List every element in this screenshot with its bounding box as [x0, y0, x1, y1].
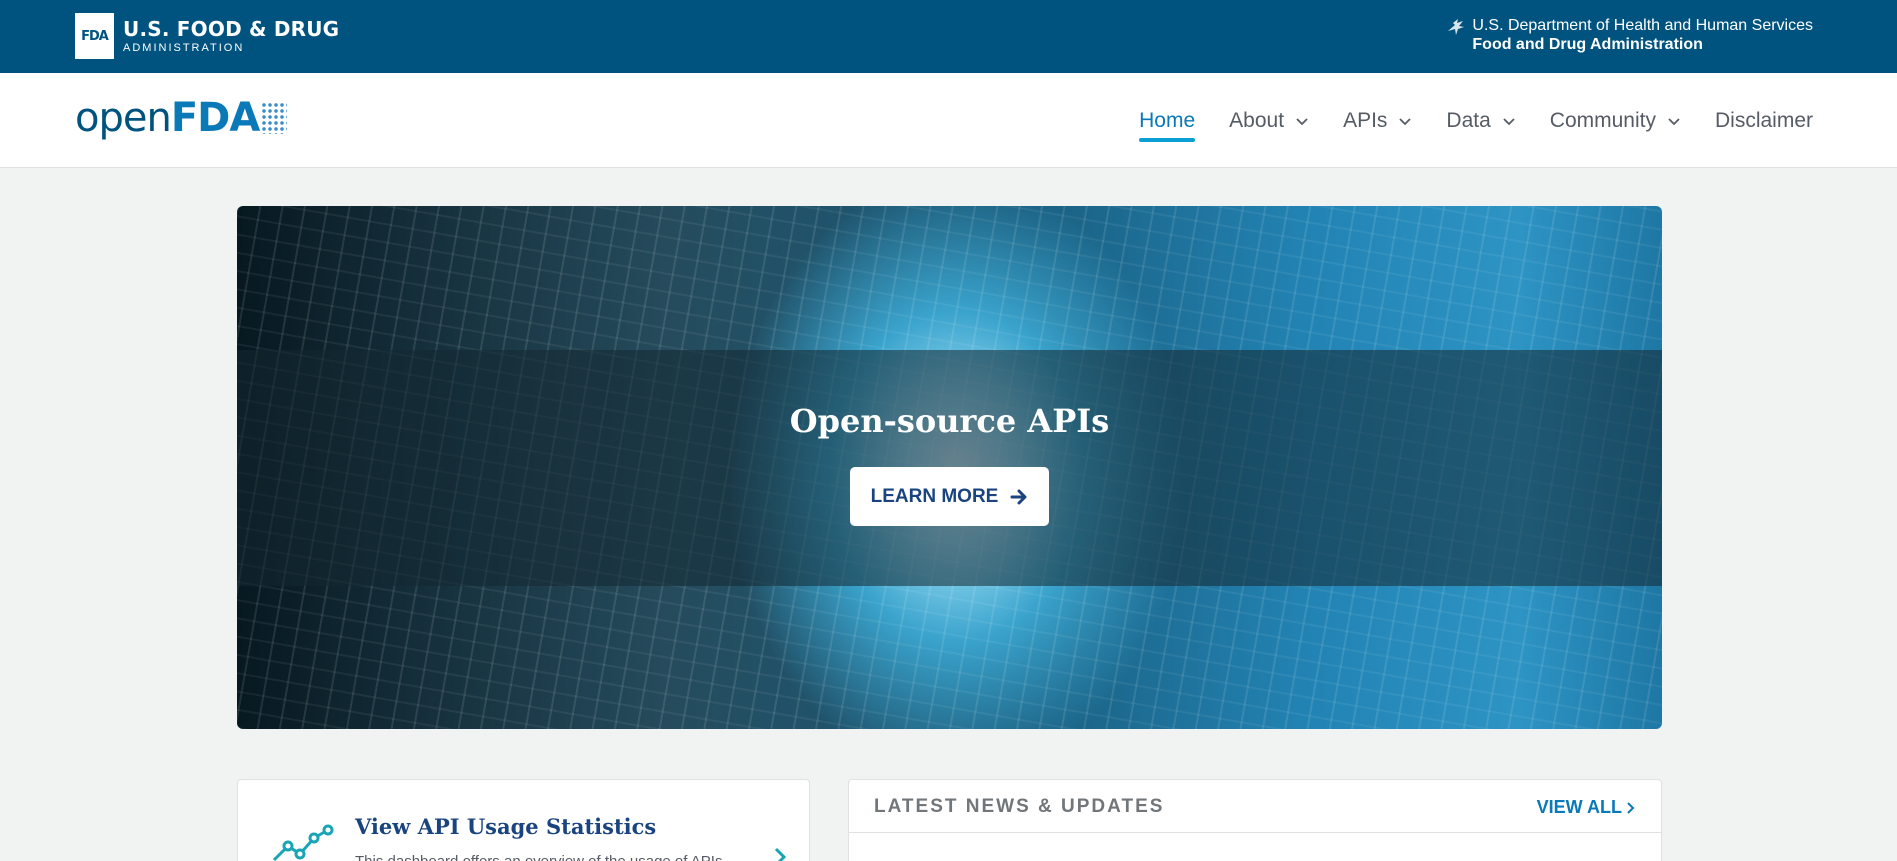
hero-title: Open-source APIs — [789, 402, 1110, 440]
primary-nav: Home About APIs Data Community Disclaime… — [1105, 73, 1813, 168]
nav-label-apis: APIs — [1343, 108, 1388, 132]
nav-label-data: Data — [1446, 108, 1491, 132]
chevron-down-icon — [1503, 117, 1515, 125]
brand-dots-icon — [261, 102, 288, 134]
nav-label-about: About — [1229, 108, 1285, 132]
stats-card-title: View API Usage Statistics — [355, 814, 657, 839]
chevron-right-icon — [774, 847, 787, 861]
openfda-logo[interactable]: open FDA — [75, 95, 288, 141]
nav-item-home[interactable]: Home — [1139, 73, 1196, 168]
fda-top-bar: FDA U.S. FOOD & DRUG ADMINISTRATION U.S.… — [0, 0, 1897, 73]
nav-item-about[interactable]: About — [1229, 73, 1309, 168]
arrow-right-icon — [1010, 489, 1027, 504]
news-header: LATEST NEWS & UPDATES VIEW ALL — [849, 780, 1661, 833]
fda-logo-mark: FDA — [75, 13, 114, 59]
chevron-down-icon — [1296, 117, 1308, 125]
nav-label-disclaimer: Disclaimer — [1714, 108, 1813, 132]
hhs-department: U.S. Department of Health and Human Serv… — [1472, 17, 1813, 34]
nav-item-community[interactable]: Community — [1550, 73, 1681, 168]
hhs-link[interactable]: U.S. Department of Health and Human Serv… — [1446, 16, 1813, 54]
main-navbar: open FDA Home About APIs Data Community D… — [0, 73, 1897, 168]
hhs-eagle-icon — [1448, 19, 1465, 35]
hhs-agency: Food and Drug Administration — [1472, 36, 1703, 53]
chevron-right-icon — [1627, 801, 1635, 814]
nav-item-apis[interactable]: APIs — [1343, 73, 1412, 168]
line-chart-icon — [272, 824, 334, 861]
agency-name: U.S. FOOD & DRUG — [123, 16, 340, 41]
chevron-down-icon — [1399, 117, 1412, 125]
agency-sub: ADMINISTRATION — [123, 41, 245, 54]
api-usage-stats-card[interactable]: View API Usage Statistics This dashboard… — [237, 779, 810, 861]
nav-label-home: Home — [1139, 108, 1196, 132]
learn-more-label: LEARN MORE — [870, 485, 999, 507]
nav-label-community: Community — [1549, 108, 1656, 132]
stats-card-description: This dashboard offers an overview of the… — [355, 853, 722, 861]
nav-item-data[interactable]: Data — [1446, 73, 1515, 168]
brand-open: open — [75, 95, 172, 141]
latest-news-card: LATEST NEWS & UPDATES VIEW ALL — [848, 779, 1662, 861]
hero-banner: Open-source APIs LEARN MORE — [237, 206, 1662, 729]
nav-item-disclaimer[interactable]: Disclaimer — [1715, 73, 1813, 168]
brand-fda: FDA — [170, 95, 260, 141]
news-title: LATEST NEWS & UPDATES — [874, 796, 1165, 817]
fda-logo[interactable]: FDA U.S. FOOD & DRUG ADMINISTRATION — [75, 13, 339, 59]
learn-more-button[interactable]: LEARN MORE — [850, 467, 1049, 526]
chevron-down-icon — [1668, 117, 1680, 125]
view-all-label: VIEW ALL — [1536, 797, 1622, 817]
view-all-link[interactable]: VIEW ALL — [1537, 797, 1636, 818]
